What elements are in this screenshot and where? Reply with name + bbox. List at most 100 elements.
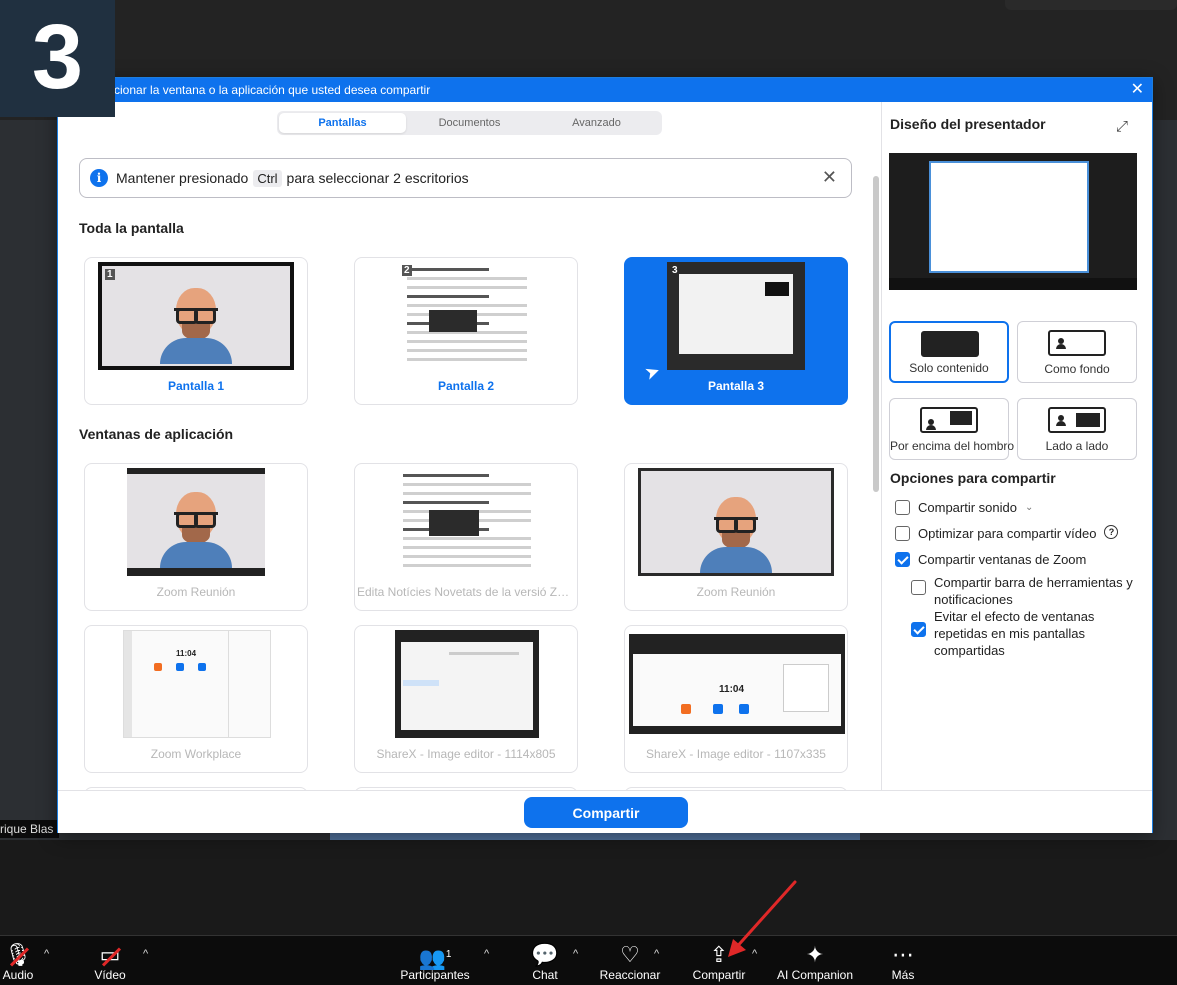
app-card-zoom-reunion-2[interactable]: Zoom Reunión <box>624 463 848 611</box>
screen-card-1[interactable]: 1 Pantalla 1 <box>84 257 308 405</box>
chevron-up-icon[interactable]: ^ <box>484 948 489 960</box>
avatar <box>160 492 232 568</box>
screen-card-3[interactable]: 3 Pantalla 3 ➤ <box>624 257 848 405</box>
close-icon[interactable]: ✕ <box>1131 78 1144 102</box>
chevron-up-icon[interactable]: ^ <box>44 948 49 960</box>
preview-time: 11:04 <box>719 684 745 695</box>
layout-como-fondo[interactable]: Como fondo <box>1017 321 1137 383</box>
section-title-screens: Toda la pantalla <box>79 220 184 236</box>
scrollbar[interactable] <box>873 176 879 492</box>
screen-card-2[interactable]: 2 Pantalla 2 <box>354 257 578 405</box>
app-card-zoom-workplace[interactable]: 11:04 Zoom Workplace <box>84 625 308 773</box>
checkbox[interactable] <box>895 526 910 541</box>
preview-time: 11:04 <box>176 649 197 658</box>
option-optimize-video[interactable]: Optimizar para compartir vídeo ? <box>895 525 1150 542</box>
participant-name: rique Blas <box>0 820 60 838</box>
checkbox[interactable] <box>911 622 926 637</box>
audio-label: Audio <box>2 968 34 982</box>
options-title: Opciones para compartir <box>890 470 1056 486</box>
app-label: ShareX - Image editor - 1114x805 <box>376 747 556 761</box>
screen-label: Pantalla 1 <box>167 379 225 393</box>
app-label: ShareX - Image editor - 1107x335 <box>646 747 826 761</box>
presenter-preview <box>889 153 1137 290</box>
share-label: Compartir <box>692 968 746 982</box>
screen-thumbnail: 1 <box>98 262 294 370</box>
participants-button[interactable]: 👥1 Participantes <box>398 942 472 982</box>
layout-shoulder-icon <box>920 407 978 433</box>
ai-label: AI Companion <box>776 968 854 982</box>
meeting-top-controls <box>1005 0 1177 10</box>
meeting-bottom-area <box>0 840 1177 935</box>
screen-identifier-overlay: 3 <box>0 0 115 117</box>
chevron-up-icon[interactable]: ^ <box>654 948 659 960</box>
more-button[interactable]: ⋯ Más <box>884 942 922 982</box>
option-share-toolbar[interactable]: Compartir barra de herramientas y notifi… <box>911 574 1149 608</box>
chat-label: Chat <box>532 968 558 982</box>
share-screen-icon: ⇪ <box>709 942 729 967</box>
chevron-down-icon[interactable]: ⌄ <box>1025 499 1033 516</box>
chevron-up-icon[interactable]: ^ <box>573 948 578 960</box>
app-card-zoom-reunion-1[interactable]: Zoom Reunión <box>84 463 308 611</box>
option-share-sound[interactable]: Compartir sonido ⌄ <box>895 499 1145 516</box>
react-label: Reaccionar <box>599 968 661 982</box>
share-dialog: Seleccionar la ventana o la aplicación q… <box>57 77 1153 833</box>
checkbox[interactable] <box>911 580 926 595</box>
app-thumbnail <box>638 468 834 576</box>
tab-avanzado[interactable]: Avanzado <box>533 113 660 133</box>
app-thumbnail <box>395 630 539 738</box>
screen-badge: 2 <box>402 265 412 276</box>
video-button[interactable]: ▭ Vídeo <box>90 942 130 982</box>
audio-button[interactable]: 🎙 Audio <box>0 942 36 982</box>
checkbox[interactable] <box>895 500 910 515</box>
layout-background-icon <box>1048 330 1106 356</box>
option-avoid-repeated-windows[interactable]: Evitar el efecto de ventanas repetidas e… <box>911 608 1149 659</box>
tab-pantallas[interactable]: Pantallas <box>279 113 406 133</box>
meeting-toolbar: 🎙 Audio ^ ▭ Vídeo ^ 👥1 Participantes ^ 💬… <box>0 935 1177 985</box>
app-card-edita-noticies[interactable]: Edita Notícies Novetats de la versió Zoo… <box>354 463 578 611</box>
banner-text-after: para seleccionar 2 escritorios <box>286 170 469 186</box>
microphone-muted-icon: 🎙 <box>0 942 36 968</box>
layout-label: Solo contenido <box>909 361 989 375</box>
avatar <box>160 288 232 366</box>
option-label: Evitar el efecto de ventanas repetidas e… <box>934 609 1095 658</box>
participants-icon: 👥1 <box>418 945 452 971</box>
banner-key: Ctrl <box>253 169 282 187</box>
layout-lado-a-lado[interactable]: Lado a lado <box>1017 398 1137 460</box>
dialog-footer: Compartir <box>58 790 1152 833</box>
layout-label: Como fondo <box>1044 362 1110 376</box>
react-button[interactable]: ♡ Reaccionar <box>598 942 662 982</box>
heart-icon: ♡ <box>620 942 640 967</box>
app-label: Zoom Reunión <box>696 585 776 599</box>
avatar <box>700 497 772 573</box>
option-label: Compartir ventanas de Zoom <box>918 552 1087 567</box>
help-icon[interactable]: ? <box>1104 525 1119 539</box>
layout-por-encima-del-hombro[interactable]: Por encima del hombro <box>889 398 1014 460</box>
tab-documentos[interactable]: Documentos <box>406 113 533 133</box>
app-label: Zoom Reunión <box>156 585 236 599</box>
close-icon[interactable]: ✕ <box>822 167 837 188</box>
sparkle-icon: ✦ <box>805 942 825 967</box>
layout-solo-contenido[interactable]: Solo contenido <box>889 321 1009 383</box>
checkbox[interactable] <box>895 552 910 567</box>
share-button[interactable]: Compartir <box>524 797 688 828</box>
chevron-up-icon[interactable]: ^ <box>752 948 757 960</box>
presenter-title: Diseño del presentador <box>890 116 1046 132</box>
option-share-zoom-windows[interactable]: Compartir ventanas de Zoom <box>895 551 1145 568</box>
presenter-panel: Diseño del presentador ⤢ Solo contenido … <box>881 102 1153 790</box>
participants-count: 1 <box>445 949 452 960</box>
share-screen-button[interactable]: ⇪ Compartir <box>688 942 750 982</box>
section-title-apps: Ventanas de aplicación <box>79 426 234 442</box>
banner-text-before: Mantener presionado <box>116 170 249 186</box>
chat-button[interactable]: 💬 Chat <box>526 942 564 982</box>
camera-off-icon: ▭ <box>90 942 130 968</box>
dialog-titlebar: Seleccionar la ventana o la aplicación q… <box>58 78 1152 102</box>
dialog-title: Seleccionar la ventana o la aplicación q… <box>84 83 431 97</box>
app-card-sharex-1114[interactable]: ShareX - Image editor - 1114x805 <box>354 625 578 773</box>
expand-icon[interactable]: ⤢ <box>1116 118 1128 135</box>
app-thumbnail <box>127 468 265 576</box>
chevron-up-icon[interactable]: ^ <box>143 948 148 960</box>
share-tabs: Pantallas Documentos Avanzado <box>277 111 662 135</box>
app-card-sharex-1107[interactable]: 11:04 ShareX - Image editor - 1107x335 <box>624 625 848 773</box>
ai-companion-button[interactable]: ✦ AI Companion <box>774 942 856 982</box>
option-label: Optimizar para compartir vídeo <box>918 526 1097 541</box>
